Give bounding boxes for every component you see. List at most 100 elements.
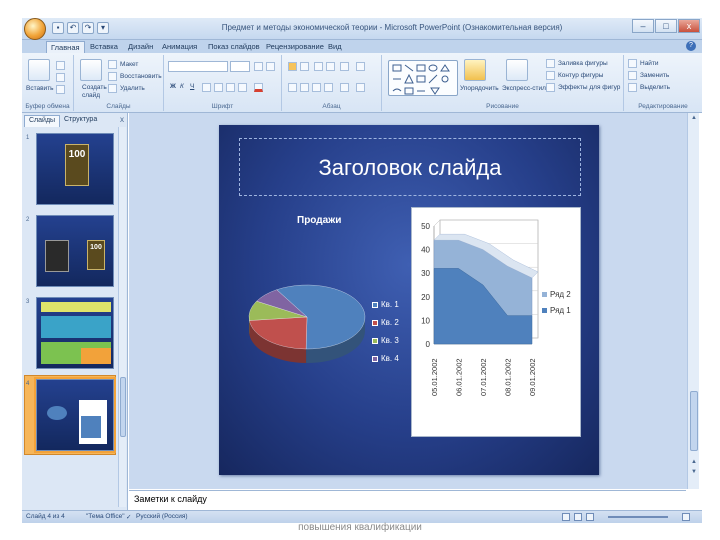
bold-icon[interactable]: Ж xyxy=(170,83,176,90)
shape-effects-button[interactable]: Эффекты для фигур xyxy=(558,84,620,91)
notes-placeholder[interactable]: Заметки к слайду xyxy=(134,494,207,504)
tab-design[interactable]: Дизайн xyxy=(124,41,157,53)
align-left-icon[interactable] xyxy=(288,83,297,92)
area-chart-frame[interactable]: 0 10 20 30 40 50 05.01.2002 06.01.2002 07.01.200… xyxy=(411,207,581,437)
mini-area-chart xyxy=(79,400,107,444)
tab-home[interactable]: Главная xyxy=(46,41,85,53)
decrease-indent-icon[interactable] xyxy=(314,62,323,71)
slide-canvas[interactable]: Заголовок слайда Продажи Кв. 1 Кв. 2 Кв.… xyxy=(219,125,599,475)
format-painter-icon[interactable] xyxy=(56,85,65,94)
legend-item-q4: Кв. 4 xyxy=(372,354,399,372)
slide-thumbnail-4[interactable] xyxy=(34,377,116,453)
new-slide-icon[interactable] xyxy=(80,59,102,81)
next-slide-icon[interactable]: ▼ xyxy=(690,469,698,477)
shape-fill-button[interactable]: Заливка фигуры xyxy=(558,60,608,67)
text-direction-icon[interactable] xyxy=(356,62,365,71)
new-slide-button-line2[interactable]: слайд xyxy=(82,92,100,99)
align-right-icon[interactable] xyxy=(312,83,321,92)
tab-insert[interactable]: Вставка xyxy=(86,41,122,53)
copy-icon[interactable] xyxy=(56,73,65,82)
align-center-icon[interactable] xyxy=(300,83,309,92)
slideshow-view-icon[interactable] xyxy=(586,513,594,521)
language-icon[interactable]: ✓ xyxy=(126,513,131,521)
scroll-up-icon[interactable]: ▲ xyxy=(690,115,698,123)
slide-thumbnail-2[interactable]: 100 xyxy=(36,215,114,287)
tab-slides[interactable]: Слайды xyxy=(24,115,61,127)
bullets-icon[interactable] xyxy=(288,62,297,71)
replace-button[interactable]: Заменить xyxy=(640,72,669,79)
group-drawing: Упорядочить Экспресс-стили Заливка фигур… xyxy=(382,55,624,111)
editor-scrollbar[interactable]: ▲ ▲ ▼ xyxy=(687,113,699,489)
slide-thumbnail-3[interactable] xyxy=(36,297,114,369)
delete-button[interactable]: Удалить xyxy=(120,85,145,92)
numbering-icon[interactable] xyxy=(300,62,309,71)
reset-button[interactable]: Восстановить xyxy=(120,73,162,80)
undo-icon[interactable]: ↶ xyxy=(67,22,79,34)
arrange-icon[interactable] xyxy=(464,59,486,81)
shape-effects-icon xyxy=(546,83,555,92)
line-spacing-icon[interactable] xyxy=(340,62,349,71)
slide-thumbnail-1[interactable]: 100 xyxy=(36,133,114,205)
justify-icon[interactable] xyxy=(324,83,333,92)
editor-scroll-thumb[interactable] xyxy=(690,391,698,451)
slides-pane-scroll-thumb[interactable] xyxy=(120,377,126,437)
arrange-button[interactable]: Упорядочить xyxy=(460,85,499,92)
font-name-input[interactable] xyxy=(168,61,228,72)
prev-slide-icon[interactable]: ▲ xyxy=(690,459,698,467)
area-legend-swatch xyxy=(542,308,547,313)
tab-animation[interactable]: Анимация xyxy=(158,41,201,53)
paste-icon[interactable] xyxy=(28,59,50,81)
shape-outline-button[interactable]: Контур фигуры xyxy=(558,72,603,79)
minimize-button[interactable]: – xyxy=(632,19,654,33)
gridline-depth xyxy=(433,219,441,227)
strikethrough-icon[interactable] xyxy=(202,83,211,92)
legend-swatch xyxy=(372,302,378,308)
shadow-icon[interactable] xyxy=(214,83,223,92)
zoom-slider[interactable] xyxy=(608,516,668,518)
italic-icon[interactable]: К xyxy=(180,83,184,90)
select-button[interactable]: Выделить xyxy=(640,84,670,91)
shrink-font-icon[interactable] xyxy=(266,62,275,71)
find-button[interactable]: Найти xyxy=(640,60,659,67)
normal-view-icon[interactable] xyxy=(562,513,570,521)
quick-styles-icon[interactable] xyxy=(506,59,528,81)
spacing-icon[interactable] xyxy=(226,83,235,92)
columns-icon[interactable] xyxy=(340,83,349,92)
group-font: Ж К Ч Шрифт xyxy=(164,55,282,111)
pane-close-icon[interactable]: x xyxy=(120,115,124,124)
fit-to-window-icon[interactable] xyxy=(682,513,690,521)
pie-chart[interactable] xyxy=(243,279,373,369)
tab-slideshow[interactable]: Показ слайдов xyxy=(204,41,264,53)
cut-icon[interactable] xyxy=(56,61,65,70)
slide-sorter-icon[interactable] xyxy=(574,513,582,521)
tab-view[interactable]: Вид xyxy=(324,41,346,53)
shapes-gallery[interactable] xyxy=(388,60,458,96)
close-button[interactable]: x xyxy=(678,19,700,33)
new-slide-button[interactable]: Создать xyxy=(82,84,107,91)
slide-number: 3 xyxy=(26,299,30,305)
underline-icon[interactable]: Ч xyxy=(190,83,194,90)
redo-icon[interactable]: ↷ xyxy=(82,22,94,34)
font-color-icon[interactable] xyxy=(254,83,263,92)
help-icon[interactable]: ? xyxy=(686,41,696,51)
layout-button[interactable]: Макет xyxy=(120,61,138,68)
select-icon xyxy=(628,83,637,92)
tab-outline[interactable]: Структура xyxy=(60,115,101,127)
language-indicator[interactable]: Русский (Россия) xyxy=(136,513,188,520)
office-button[interactable] xyxy=(24,18,46,40)
change-case-icon[interactable] xyxy=(238,83,247,92)
paste-button[interactable]: Вставить xyxy=(26,85,54,92)
slides-pane-scrollbar[interactable] xyxy=(118,127,126,507)
notes-pane[interactable]: Заметки к слайду xyxy=(129,490,686,509)
save-icon[interactable]: ▪ xyxy=(52,22,64,34)
increase-indent-icon[interactable] xyxy=(326,62,335,71)
maximize-button[interactable]: □ xyxy=(655,19,677,33)
tab-review[interactable]: Рецензирование xyxy=(262,41,328,53)
slide-title[interactable]: Заголовок слайда xyxy=(239,155,581,181)
font-size-input[interactable] xyxy=(230,61,250,72)
slide-number: 4 xyxy=(26,381,30,387)
quick-styles-button[interactable]: Экспресс-стили xyxy=(502,85,550,92)
grow-font-icon[interactable] xyxy=(254,62,263,71)
customize-qat-icon[interactable]: ▾ xyxy=(97,22,109,34)
align-text-icon[interactable] xyxy=(356,83,365,92)
